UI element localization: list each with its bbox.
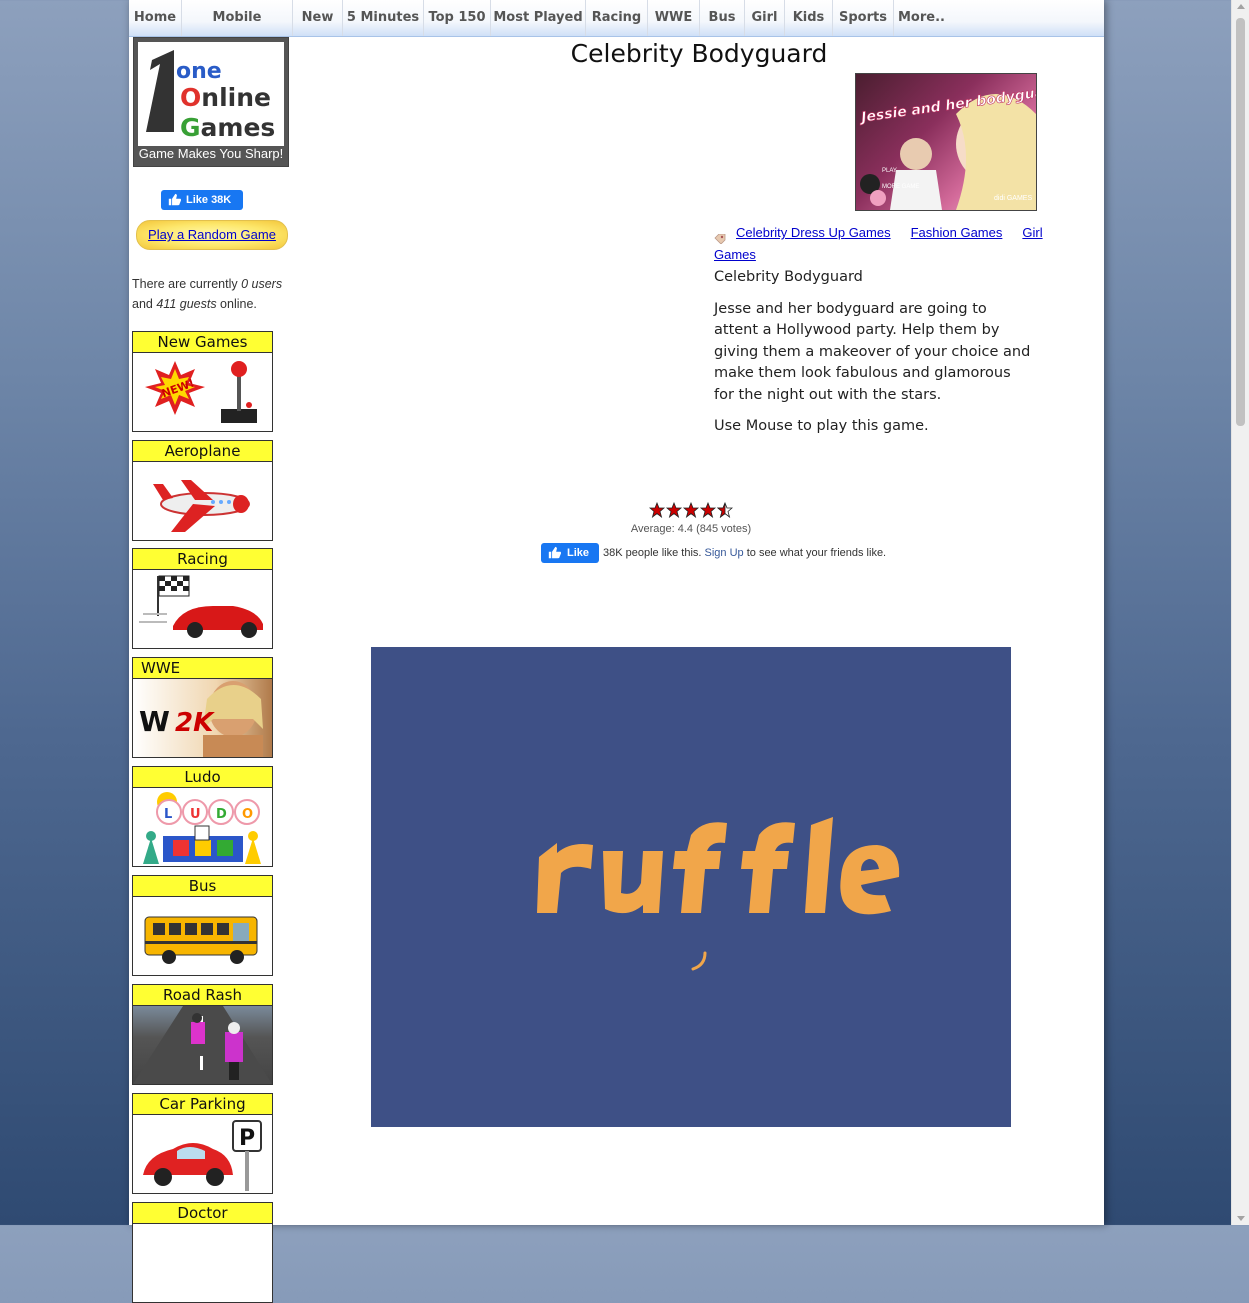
online-status: There are currently 0 users and 411 gues… [132, 277, 283, 311]
new-badge-joystick-icon: NEW! [145, 361, 257, 423]
nav-sports[interactable]: Sports [833, 0, 894, 36]
svg-text:O: O [242, 807, 253, 822]
logo-graphic: one Online Games [146, 50, 275, 142]
random-game-button[interactable]: Play a Random Game [136, 220, 288, 250]
svg-text:W: W [139, 705, 170, 738]
category-label: Ludo [133, 767, 272, 788]
star-icon [699, 501, 717, 519]
category-ludo[interactable]: Ludo L U D O [132, 766, 273, 867]
nav-bus[interactable]: Bus [700, 0, 745, 36]
game-player[interactable] [371, 647, 1011, 1127]
category-road-rash[interactable]: Road Rash [132, 984, 273, 1085]
game-thumbnail[interactable]: Jessie and her bodyguard PLAY MORE GAME … [855, 73, 1037, 211]
rating-average: Average: 4.4 (845 votes) [630, 523, 752, 535]
category-link-fashion[interactable]: Fashion Games [911, 225, 1003, 240]
category-label: Racing [133, 549, 272, 570]
page-container: Home Mobile Friendly New 5 Minutes Top 1… [129, 0, 1104, 1303]
category-label: Bus [133, 876, 272, 897]
motorbike-race-icon [133, 1006, 272, 1084]
category-bus[interactable]: Bus [132, 875, 273, 976]
svg-text:2K: 2K [175, 708, 215, 738]
rating-widget: Average: 4.4 (845 votes) [521, 501, 861, 535]
logo-word-one: one [176, 59, 222, 84]
site-logo[interactable]: one Online Games Game Makes You Sharp! [133, 37, 289, 167]
race-car-flag-icon [139, 575, 263, 638]
half-star-icon [716, 502, 726, 519]
aeroplane-icon [153, 480, 250, 532]
svg-text:PLAY: PLAY [882, 168, 897, 174]
page-scrollbar[interactable] [1231, 0, 1249, 1225]
page-title: Celebrity Bodyguard [570, 39, 828, 68]
category-label: Road Rash [133, 985, 272, 1006]
category-tag-icon [714, 229, 726, 245]
fb-like-text: 38K people like this. Sign Up to see wha… [603, 547, 887, 559]
game-description: Jesse and her bodyguard are going to att… [714, 300, 1031, 403]
category-aeroplane[interactable]: Aeroplane [132, 440, 273, 541]
wrestler-icon: W 2K [139, 681, 263, 757]
nav-racing[interactable]: Racing [586, 0, 648, 36]
online-guests-count: 411 guests [156, 297, 217, 311]
svg-text:U: U [190, 807, 201, 822]
nav-mobile-friendly[interactable]: Mobile Friendly [182, 0, 293, 60]
nav-more[interactable]: More.. [894, 0, 949, 36]
fb-like-button[interactable]: Like [541, 543, 599, 563]
category-wwe[interactable]: WWE W 2K [132, 657, 273, 758]
logo-tagline: Game Makes You Sharp! [138, 146, 284, 161]
ludo-board-icon: L U D O [143, 792, 261, 864]
svg-text:D: D [216, 807, 227, 822]
nav-top-150[interactable]: Top 150 [424, 0, 491, 36]
top-navigation: Home Mobile Friendly New 5 Minutes Top 1… [129, 0, 1104, 60]
fb-like-button[interactable]: Like 38K [161, 190, 243, 210]
online-users-count: 0 users [241, 277, 283, 291]
category-link-celebrity-dress-up[interactable]: Celebrity Dress Up Games [736, 225, 891, 240]
thumbs-up-icon [548, 546, 561, 562]
nav-most-played[interactable]: Most Played [491, 0, 586, 36]
star-icon [665, 501, 683, 519]
nav-wwe[interactable]: WWE [648, 0, 700, 36]
svg-text:L: L [164, 807, 172, 822]
thumbs-up-icon [168, 193, 181, 209]
category-label: Car Parking [133, 1094, 272, 1115]
fb-like-label: Like 38K [186, 194, 232, 206]
nav-new[interactable]: New [293, 0, 343, 36]
game-description-block: Celebrity Bodyguard Jesse and her bodygu… [714, 267, 1034, 448]
category-racing[interactable]: Racing [132, 548, 273, 649]
svg-text:P: P [239, 1126, 255, 1151]
facebook-like-row: Like 38K people like this. Sign Up to se… [541, 543, 941, 565]
category-doctor[interactable]: Doctor [132, 1202, 273, 1303]
ruffle-logo [537, 817, 900, 971]
star-rating[interactable] [521, 501, 861, 519]
star-icon [682, 501, 700, 519]
category-label: Doctor [133, 1203, 272, 1224]
game-controls: Use Mouse to play this game. [714, 418, 929, 434]
svg-text:didi GAMES: didi GAMES [994, 195, 1032, 202]
category-label: WWE [133, 658, 272, 679]
svg-text:MORE GAME: MORE GAME [882, 184, 919, 190]
fb-signup-link[interactable]: Sign Up [705, 547, 744, 559]
scroll-down-arrow-icon[interactable] [1237, 1216, 1245, 1221]
game-categories: Celebrity Dress Up Games Fashion Games Gir… [714, 222, 1059, 266]
nav-5-minutes[interactable]: 5 Minutes [343, 0, 424, 36]
parked-car-icon: P [143, 1120, 262, 1191]
star-icon [648, 501, 666, 519]
svg-text:Games: Games [180, 113, 275, 142]
school-bus-icon [144, 916, 258, 964]
category-label: Aeroplane [133, 441, 272, 462]
category-car-parking[interactable]: Car Parking P [132, 1093, 273, 1194]
category-new-games[interactable]: New Games NEW! [132, 331, 273, 432]
scroll-up-arrow-icon[interactable] [1237, 4, 1245, 9]
game-subtitle: Celebrity Bodyguard [714, 269, 863, 285]
nav-home[interactable]: Home [129, 0, 182, 36]
scrollbar-thumb[interactable] [1236, 18, 1245, 426]
svg-text:Online: Online [180, 83, 271, 112]
category-label: New Games [133, 332, 272, 353]
nav-kids[interactable]: Kids [785, 0, 833, 36]
nav-girl[interactable]: Girl [745, 0, 785, 36]
